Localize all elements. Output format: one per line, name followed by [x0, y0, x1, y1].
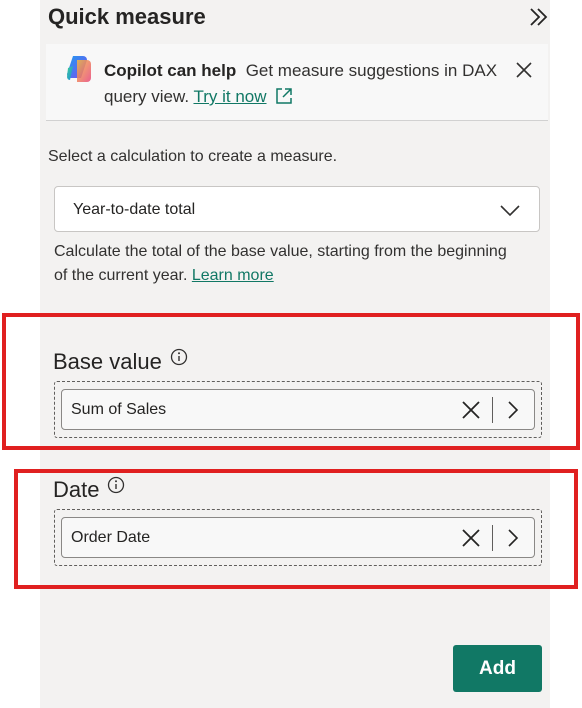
pill-divider	[492, 397, 493, 423]
calculation-instruction: Select a calculation to create a measure…	[48, 148, 338, 165]
chevron-down-icon	[500, 205, 520, 217]
copilot-message: Copilot can help Get measure suggestions…	[104, 58, 514, 110]
base-value-field-name: Sum of Sales	[71, 401, 167, 418]
double-chevron-right-icon[interactable]	[528, 6, 550, 28]
date-field-pill[interactable]: Order Date	[61, 517, 535, 558]
copilot-heading: Copilot can help	[104, 61, 237, 80]
description-text: Calculate the total of the base value, s…	[54, 243, 507, 284]
add-button[interactable]: Add	[453, 645, 542, 692]
date-label: Date	[53, 477, 100, 502]
info-icon[interactable]	[107, 476, 125, 494]
base-value-field-pill[interactable]: Sum of Sales	[61, 389, 535, 430]
copilot-banner: Copilot can help Get measure suggestions…	[46, 44, 548, 121]
remove-field-icon[interactable]	[460, 399, 482, 421]
chevron-right-icon[interactable]	[504, 527, 522, 549]
calculation-dropdown[interactable]: Year-to-date total	[54, 186, 540, 232]
learn-more-link[interactable]: Learn more	[192, 267, 274, 284]
date-label-group: Date	[53, 476, 125, 503]
base-value-label: Base value	[53, 349, 162, 374]
calculation-selected: Year-to-date total	[73, 201, 196, 218]
chevron-right-icon[interactable]	[504, 399, 522, 421]
base-value-drop-well[interactable]: Sum of Sales	[54, 381, 542, 438]
base-value-label-group: Base value	[53, 348, 188, 375]
external-link-icon[interactable]	[275, 87, 293, 105]
close-icon[interactable]	[514, 60, 534, 80]
info-icon[interactable]	[170, 348, 188, 366]
try-it-now-link[interactable]: Try it now	[193, 87, 266, 106]
date-field-name: Order Date	[71, 529, 151, 546]
pane-title: Quick measure	[48, 4, 206, 29]
pill-divider	[492, 525, 493, 551]
copilot-logo-icon	[67, 56, 91, 82]
date-drop-well[interactable]: Order Date	[54, 509, 542, 566]
remove-field-icon[interactable]	[460, 527, 482, 549]
calculation-description: Calculate the total of the base value, s…	[54, 240, 524, 288]
